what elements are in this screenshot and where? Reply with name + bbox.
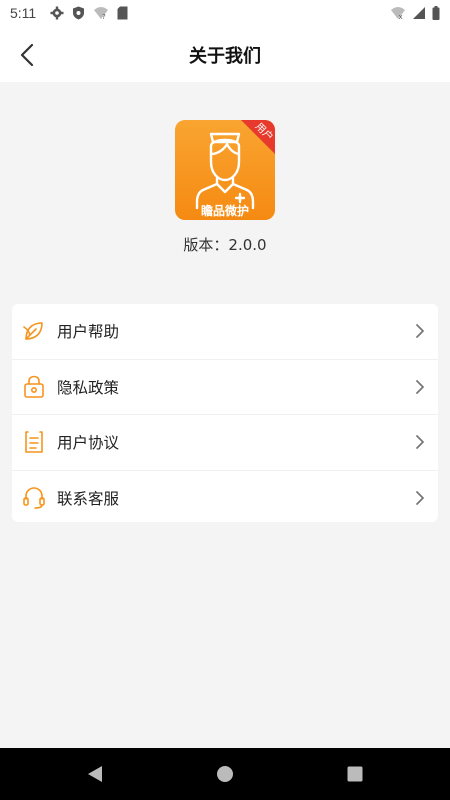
menu-item-user-help[interactable]: 用户帮助: [12, 304, 438, 360]
menu-item-privacy-policy[interactable]: 隐私政策: [12, 360, 438, 415]
signal-icon: [413, 7, 425, 19]
back-triangle-icon[interactable]: [86, 765, 104, 783]
menu-item-contact-support[interactable]: 联系客服: [12, 471, 438, 526]
gear-icon: [50, 6, 64, 20]
status-left-icons: ?: [50, 6, 128, 20]
leaf-icon: [21, 318, 47, 344]
version-text: 版本：2.0.0: [183, 236, 267, 254]
chevron-right-icon: [416, 379, 424, 394]
menu-item-label: 隐私政策: [57, 378, 120, 397]
chevron-right-icon: [416, 435, 424, 449]
battery-icon: [432, 6, 440, 20]
menu-item-label: 联系客服: [57, 489, 120, 508]
svg-text:?: ?: [102, 13, 106, 20]
status-right-icons: x: [390, 6, 440, 20]
app-header: 关于我们: [0, 28, 450, 82]
menu-item-label: 用户协议: [57, 434, 120, 453]
shield-icon: [73, 6, 84, 20]
status-time: 5:11: [10, 5, 37, 21]
page-title: 关于我们: [189, 46, 261, 67]
recents-square-icon[interactable]: [346, 765, 364, 783]
svg-text:x: x: [399, 13, 403, 20]
document-icon: [21, 429, 47, 455]
home-circle-icon[interactable]: [216, 765, 234, 783]
menu-item-user-agreement[interactable]: 用户协议: [12, 415, 438, 471]
chevron-right-icon: [416, 324, 424, 338]
sd-card-icon: [117, 6, 128, 20]
lock-icon: [21, 374, 47, 400]
menu-card: 用户帮助 隐私政策 用户协议 联系客服: [12, 304, 438, 522]
wifi-question-icon: ?: [94, 7, 108, 20]
menu-item-label: 用户帮助: [57, 323, 120, 342]
svg-text:瞻品微护: 瞻品微护: [201, 203, 249, 218]
system-nav-bar: [0, 748, 450, 800]
app-logo: 用户 瞻品微护: [175, 120, 275, 220]
chevron-right-icon: [416, 490, 424, 505]
logo-text: 瞻品微护: [201, 203, 249, 218]
status-bar: 5:11 ? x: [0, 0, 450, 28]
wifi-x-icon: x: [391, 7, 405, 20]
headset-icon: [21, 485, 47, 511]
